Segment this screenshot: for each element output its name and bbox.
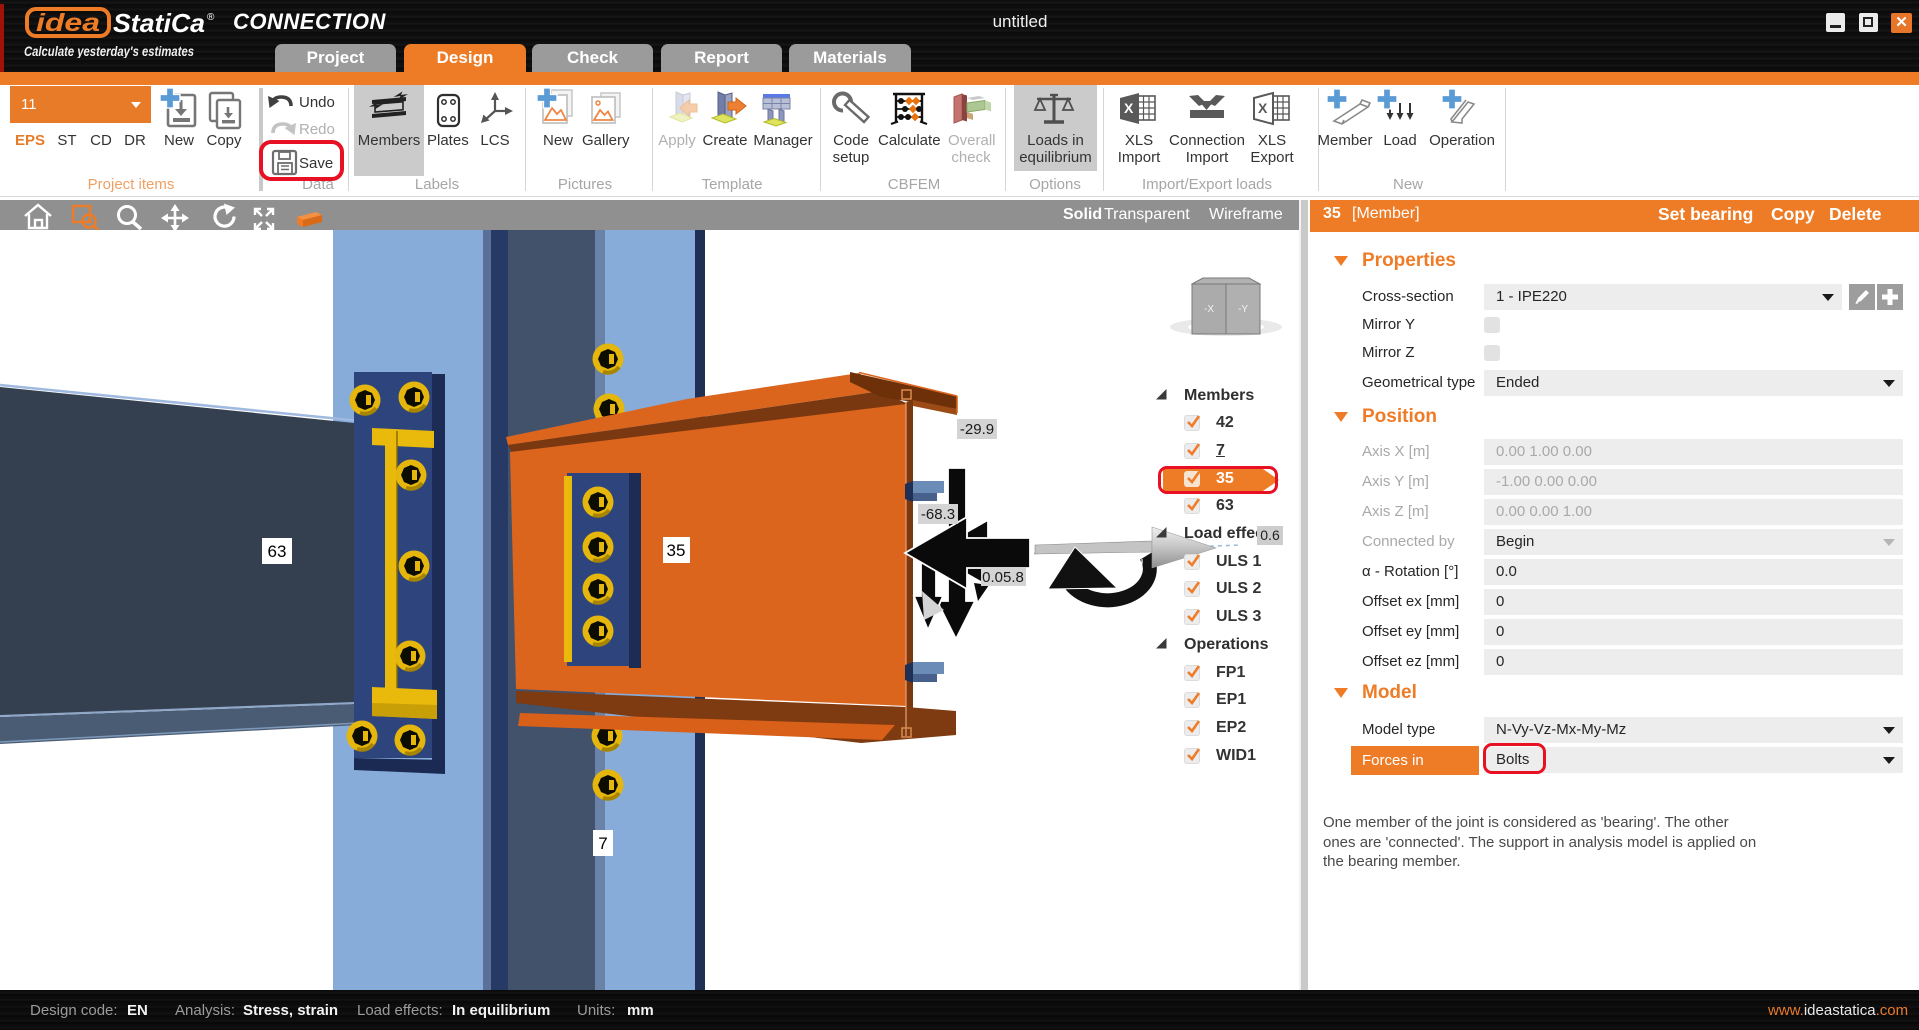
svg-text:35: 35 (667, 541, 686, 560)
svg-text:63: 63 (268, 542, 287, 561)
svg-text:®: ® (207, 12, 215, 23)
svg-text:X: X (1258, 100, 1268, 116)
svg-text:0.05.8: 0.05.8 (982, 569, 1024, 586)
svg-text:-29.9: -29.9 (960, 421, 994, 438)
svg-text:-68.3: -68.3 (921, 506, 955, 523)
svg-text:idea: idea (36, 9, 100, 37)
svg-text:7: 7 (598, 834, 607, 853)
svg-text:StatiCa: StatiCa (113, 8, 205, 38)
svg-text:X: X (1124, 100, 1134, 116)
svg-text:-Y: -Y (1238, 304, 1248, 315)
svg-text:-X: -X (1204, 304, 1214, 315)
svg-text:Calculate yesterday's estimate: Calculate yesterday's estimates (24, 43, 194, 58)
